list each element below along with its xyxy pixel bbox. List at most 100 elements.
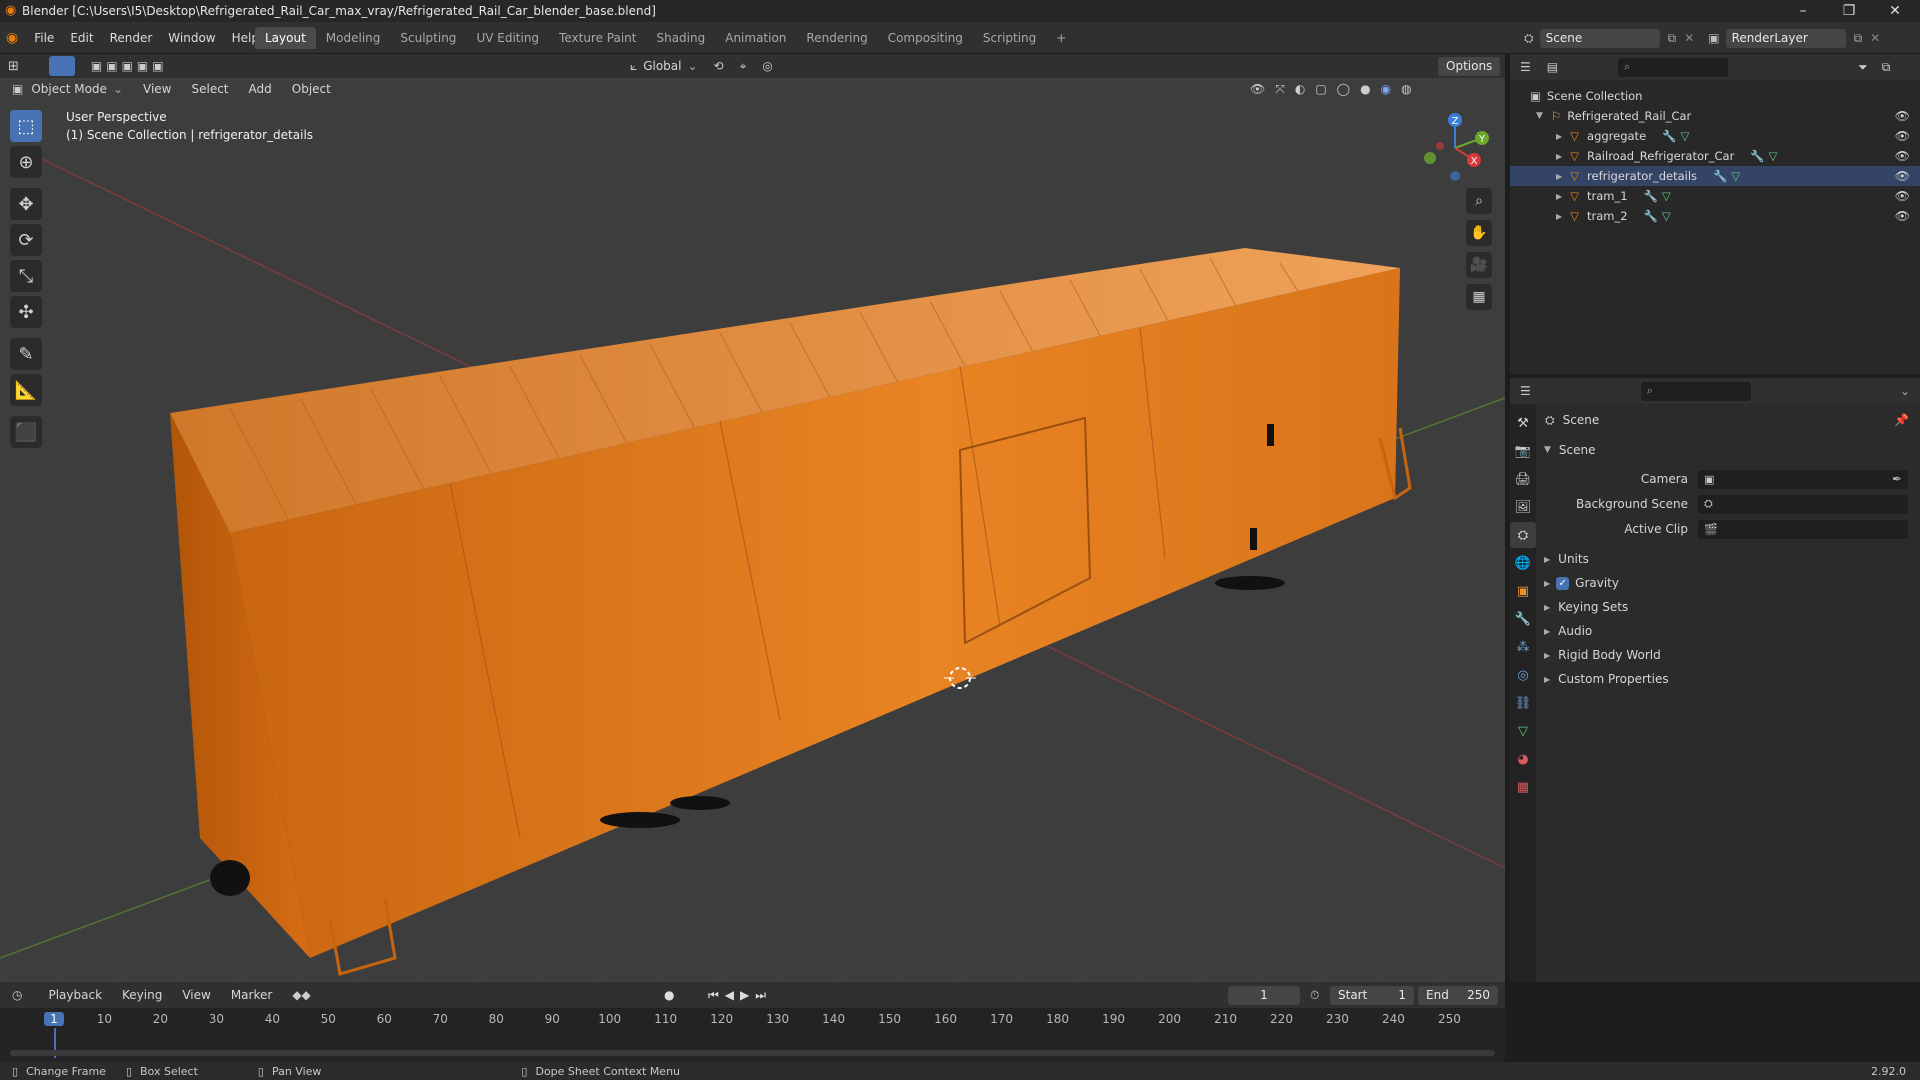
expand-right-icon[interactable]: ▶ bbox=[1544, 579, 1550, 588]
navigation-gizmo[interactable]: Z Y X bbox=[1400, 108, 1500, 188]
menu-select[interactable]: Select bbox=[191, 82, 228, 96]
expand-right-icon[interactable]: ▶ bbox=[1544, 651, 1550, 660]
expand-right-icon[interactable]: ▶ bbox=[1556, 132, 1562, 141]
output-tab-icon[interactable]: 🖨 bbox=[1510, 466, 1536, 492]
orientation-icon[interactable]: ⟀ bbox=[630, 59, 637, 74]
minimize-icon[interactable]: – bbox=[1780, 0, 1826, 22]
expand-right-icon[interactable]: ▶ bbox=[1544, 627, 1550, 636]
physics-tab-icon[interactable]: ◎ bbox=[1510, 662, 1536, 688]
editor-type-icon[interactable]: ⊞ bbox=[8, 59, 19, 74]
chevron-down-icon[interactable]: ⌄ bbox=[1900, 384, 1910, 398]
menu-marker[interactable]: Marker bbox=[231, 988, 272, 1002]
new-collection-icon[interactable]: ⧉ bbox=[1882, 60, 1891, 75]
expand-right-icon[interactable]: ▶ bbox=[1556, 172, 1562, 181]
tab-sculpting[interactable]: Sculpting bbox=[390, 27, 466, 49]
menu-add[interactable]: Add bbox=[249, 82, 272, 96]
gravity-checkbox[interactable]: ✓ bbox=[1556, 576, 1570, 590]
timeline-scrollbar[interactable] bbox=[10, 1050, 1495, 1056]
outliner-collection-row[interactable]: ▼ ⚐ Refrigerated_Rail_Car 👁 bbox=[1510, 106, 1920, 126]
filter-icon[interactable]: ⏷ bbox=[1858, 60, 1868, 75]
3d-viewport[interactable]: User Perspective (1) Scene Collection | … bbox=[0, 78, 1505, 982]
render-layer-icon[interactable]: ▣ bbox=[1708, 31, 1719, 45]
menu-playback[interactable]: Playback bbox=[48, 988, 102, 1002]
tool-tab-icon[interactable]: ⚒ bbox=[1510, 410, 1536, 436]
select-box-icon[interactable]: ⬚ bbox=[10, 110, 42, 142]
material-shading-icon[interactable]: ◉ bbox=[1381, 82, 1391, 96]
gizmo-toggle-icon[interactable]: ⤧ bbox=[1275, 82, 1285, 97]
current-frame-field[interactable]: 1 bbox=[1228, 985, 1300, 1005]
active-clip-field[interactable]: 🎬 bbox=[1698, 519, 1908, 539]
menu-edit[interactable]: Edit bbox=[62, 31, 101, 45]
expand-right-icon[interactable]: ▶ bbox=[1556, 192, 1562, 201]
menu-file[interactable]: File bbox=[26, 31, 62, 45]
keying-sets-panel-header[interactable]: ▶ Keying Sets bbox=[1540, 597, 1628, 617]
remove-layer-icon[interactable]: ✕ bbox=[1870, 31, 1880, 45]
add-workspace-button[interactable]: + bbox=[1046, 27, 1076, 49]
expand-right-icon[interactable]: ▶ bbox=[1556, 212, 1562, 221]
rotate-icon[interactable]: ⟳ bbox=[10, 224, 42, 256]
tab-modeling[interactable]: Modeling bbox=[316, 27, 391, 49]
end-frame-field[interactable]: End 250 bbox=[1418, 985, 1498, 1005]
constraints-tab-icon[interactable]: ⛓ bbox=[1510, 690, 1536, 716]
ortho-grid-icon[interactable]: ▦ bbox=[1466, 284, 1492, 310]
eyedropper-icon[interactable]: ✒ bbox=[1892, 472, 1902, 486]
start-frame-field[interactable]: Start 1 bbox=[1330, 985, 1414, 1005]
playback-controls-icon[interactable]: ⏮◀▶⏭ bbox=[708, 988, 772, 1003]
modifier-tab-icon[interactable]: 🔧 bbox=[1510, 606, 1536, 632]
expand-right-icon[interactable]: ▶ bbox=[1544, 675, 1550, 684]
solid-shading-icon[interactable]: ● bbox=[1360, 82, 1370, 96]
options-dropdown[interactable]: Options bbox=[1438, 56, 1501, 76]
add-cube-icon[interactable]: ⬛ bbox=[10, 416, 42, 448]
menu-object[interactable]: Object bbox=[292, 82, 331, 96]
rendered-shading-icon[interactable]: ◍ bbox=[1401, 82, 1411, 96]
select-tool-icon[interactable] bbox=[48, 56, 75, 76]
move-icon[interactable]: ✥ bbox=[10, 188, 42, 220]
units-panel-header[interactable]: ▶ Units bbox=[1540, 549, 1589, 569]
audio-panel-header[interactable]: ▶ Audio bbox=[1540, 621, 1592, 641]
list-item[interactable]: ▶ ▽ refrigerator_details 🔧 ▽ 👁 bbox=[1510, 166, 1920, 186]
cursor-icon[interactable]: ⊕ bbox=[10, 146, 42, 178]
annotate-icon[interactable]: ✎ bbox=[10, 338, 42, 370]
properties-editor-icon[interactable]: ☰ bbox=[1520, 384, 1531, 398]
pan-hand-icon[interactable]: ✋ bbox=[1466, 220, 1492, 246]
list-item[interactable]: ▶ ▽ aggregate 🔧 ▽ 👁 bbox=[1510, 126, 1920, 146]
timeline-editor-icon[interactable]: ◷ bbox=[12, 988, 22, 1002]
properties-search-input[interactable]: ⌕ bbox=[1640, 381, 1751, 401]
render-layer-selector[interactable]: RenderLayer bbox=[1725, 28, 1846, 48]
proportional-edit-icon[interactable]: ◎ bbox=[762, 59, 772, 73]
data-tab-icon[interactable]: ▽ bbox=[1510, 718, 1536, 744]
outliner-root-row[interactable]: ▣ Scene Collection bbox=[1510, 86, 1920, 106]
outliner-editor-icon[interactable]: ☰ bbox=[1520, 60, 1531, 74]
expand-down-icon[interactable]: ▼ bbox=[1536, 111, 1543, 121]
overlays-icon[interactable]: ◐ bbox=[1295, 82, 1305, 96]
eye-icon[interactable]: 👁 bbox=[1895, 209, 1910, 223]
camera-field[interactable]: ▣ ✒ bbox=[1698, 469, 1908, 489]
tab-scripting[interactable]: Scripting bbox=[973, 27, 1046, 49]
custom-properties-panel-header[interactable]: ▶ Custom Properties bbox=[1540, 669, 1669, 689]
rigid-body-panel-header[interactable]: ▶ Rigid Body World bbox=[1540, 645, 1661, 665]
world-tab-icon[interactable]: 🌐 bbox=[1510, 550, 1536, 576]
tab-rendering[interactable]: Rendering bbox=[796, 27, 877, 49]
measure-icon[interactable]: 📐 bbox=[10, 374, 42, 406]
texture-tab-icon[interactable]: ▦ bbox=[1510, 774, 1536, 800]
scene-selector[interactable]: Scene bbox=[1539, 28, 1660, 48]
transform-orientation[interactable]: Global bbox=[643, 59, 681, 73]
scene-tab-icon[interactable]: ⛭ bbox=[1510, 522, 1536, 548]
outliner-search-input[interactable]: ⌕ bbox=[1618, 57, 1729, 77]
eye-icon[interactable]: 👁 bbox=[1895, 149, 1910, 163]
expand-right-icon[interactable]: ▶ bbox=[1556, 152, 1562, 161]
tab-layout[interactable]: Layout bbox=[255, 27, 316, 49]
eye-icon[interactable]: 👁 bbox=[1895, 129, 1910, 143]
object-tab-icon[interactable]: ▣ bbox=[1510, 578, 1536, 604]
menu-window[interactable]: Window bbox=[160, 31, 223, 45]
keyframe-nav-icon[interactable]: ◆◆ bbox=[292, 988, 310, 1002]
blender-menu-icon[interactable]: ◉ bbox=[6, 30, 18, 46]
list-item[interactable]: ▶ ▽ tram_1 🔧 ▽ 👁 bbox=[1510, 186, 1920, 206]
new-scene-icon[interactable]: ⧉ bbox=[1668, 31, 1677, 46]
menu-keying[interactable]: Keying bbox=[122, 988, 162, 1002]
view-layer-tab-icon[interactable]: 🖼 bbox=[1510, 494, 1536, 520]
stopwatch-icon[interactable]: ⏱ bbox=[1310, 988, 1319, 1003]
transform-icon[interactable]: ✣ bbox=[10, 296, 42, 328]
expand-down-icon[interactable]: ▼ bbox=[1544, 445, 1551, 455]
scene-panel-header[interactable]: ▼ Scene bbox=[1540, 440, 1915, 460]
